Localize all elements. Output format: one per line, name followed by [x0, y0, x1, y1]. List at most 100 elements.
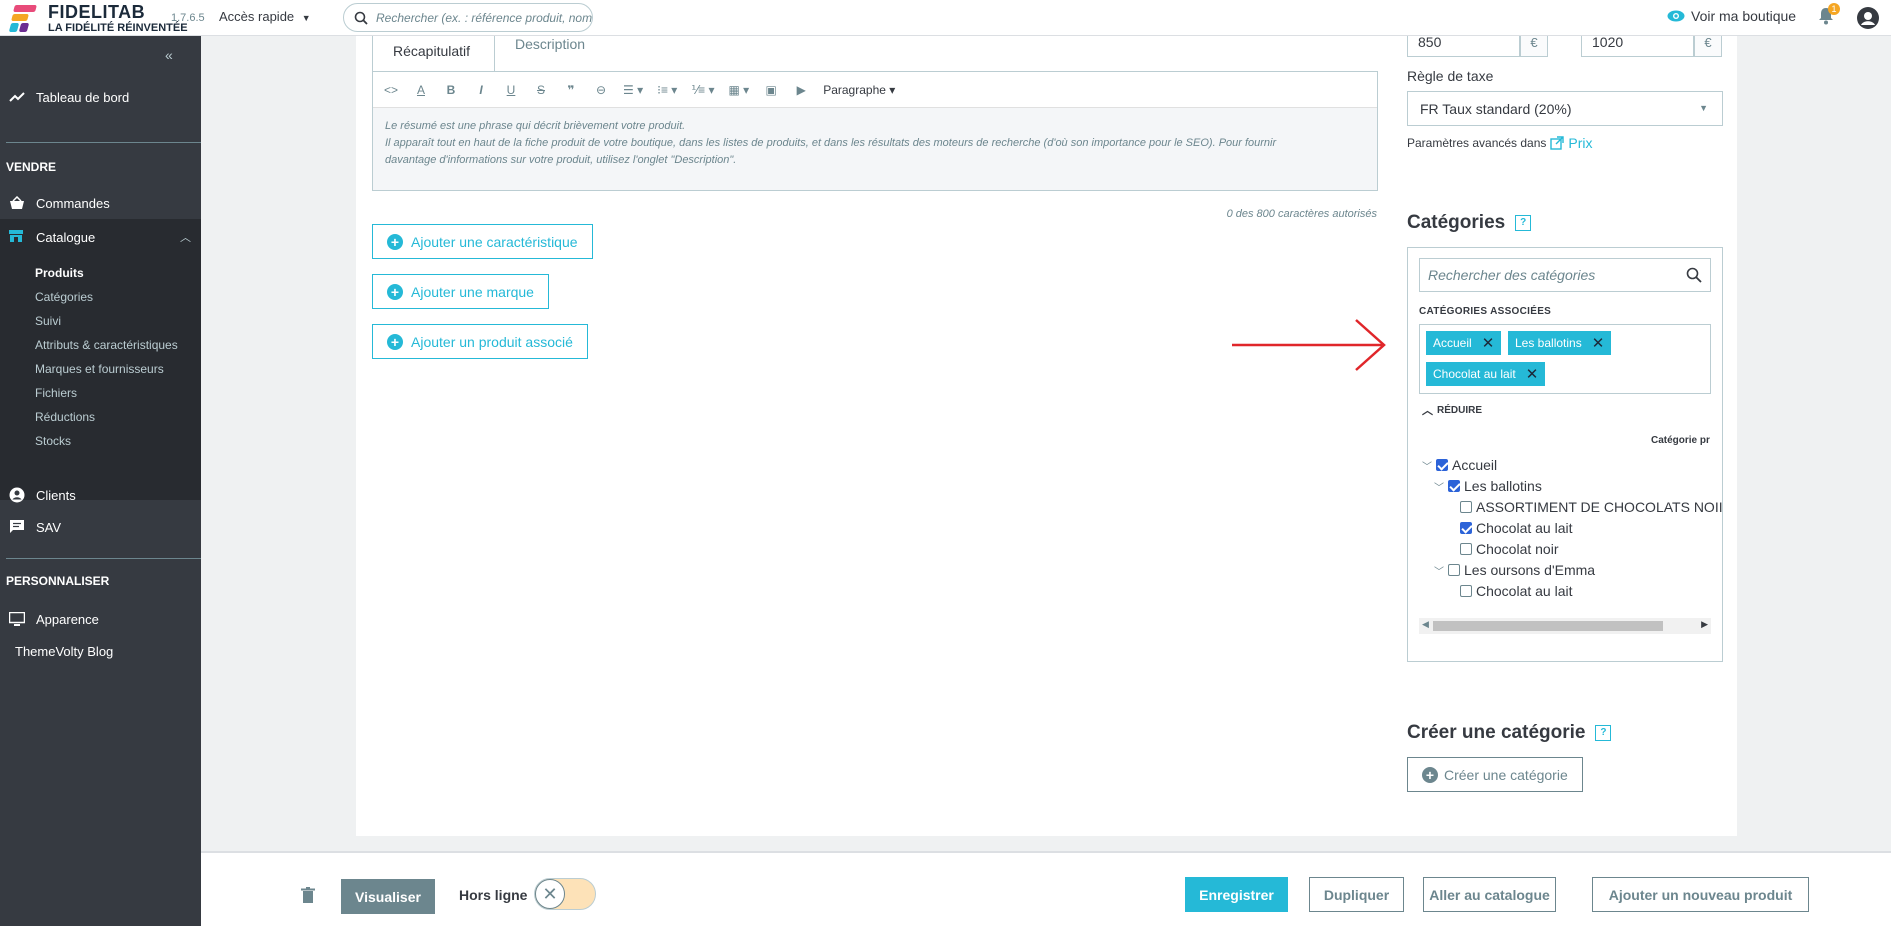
align-icon[interactable]: ☰ ▾	[623, 83, 643, 97]
reduce-toggle[interactable]: ︿ RÉDUIRE	[1422, 402, 1482, 418]
tree-label: Chocolat noir	[1476, 541, 1559, 557]
main-category-column: Catégorie pr	[1651, 435, 1710, 446]
plus-circle-icon: +	[387, 283, 403, 300]
catalog-submenu	[0, 255, 201, 500]
sidebar-subitem-discounts[interactable]: Réductions	[35, 410, 95, 424]
link-icon[interactable]: ⊖	[593, 83, 609, 97]
image-icon[interactable]: ▣	[763, 83, 779, 97]
sidebar-item-dashboard[interactable]: Tableau de bord	[0, 82, 201, 112]
go-to-catalog-button[interactable]: Aller au catalogue	[1423, 877, 1556, 912]
checkbox[interactable]	[1460, 585, 1472, 597]
sidebar-subitem-files[interactable]: Fichiers	[35, 386, 77, 400]
summary-editor[interactable]: <> A B I U S ❞ ⊖ ☰ ▾ ⁝≡ ▾ ⅟≡ ▾ ▦ ▾ ▣ ▶ P…	[372, 71, 1378, 191]
sidebar-item-blog[interactable]: ThemeVolty Blog	[15, 644, 113, 659]
tree-node[interactable]: Chocolat au lait	[1460, 520, 1573, 536]
help-icon[interactable]: ?	[1595, 725, 1612, 741]
tree-label: Chocolat au lait	[1476, 520, 1573, 536]
bold-icon[interactable]: B	[443, 83, 459, 97]
trending-up-icon	[8, 88, 26, 106]
add-feature-button[interactable]: + Ajouter une caractéristique	[372, 224, 593, 259]
sidebar-subitem-tracking[interactable]: Suivi	[35, 314, 61, 328]
media-icon[interactable]: ▶	[793, 83, 809, 97]
add-brand-button[interactable]: + Ajouter une marque	[372, 274, 549, 309]
create-category-button[interactable]: + Créer une catégorie	[1407, 757, 1583, 792]
sidebar-subitem-brands[interactable]: Marques et fournisseurs	[35, 362, 164, 376]
account-circle-icon	[8, 486, 26, 504]
price-link[interactable]: Prix	[1568, 135, 1592, 151]
strikethrough-icon[interactable]: S	[533, 83, 549, 97]
view-shop-label: Voir ma boutique	[1691, 8, 1797, 24]
sidebar-item-sav[interactable]: SAV	[0, 512, 201, 542]
checkbox[interactable]	[1436, 459, 1448, 471]
chevron-down-icon[interactable]: ﹀	[1434, 563, 1444, 578]
tree-node[interactable]: ﹀ Les oursons d'Emma	[1434, 562, 1595, 578]
sidebar-item-orders[interactable]: Commandes	[0, 188, 201, 218]
sidebar-item-appearance[interactable]: Apparence	[0, 604, 201, 634]
checkbox[interactable]	[1448, 480, 1460, 492]
category-search-input[interactable]: Rechercher des catégories	[1419, 258, 1711, 292]
chevron-down-icon[interactable]: ﹀	[1422, 458, 1432, 473]
chevron-down-icon[interactable]: ﹀	[1434, 479, 1444, 494]
search-input[interactable]: Rechercher (ex. : référence produit, nom	[343, 3, 593, 32]
quick-access-menu[interactable]: Accès rapide ▼	[219, 9, 311, 24]
logo-subtitle: LA FIDÉLITÉ RÉINVENTÉE	[48, 21, 188, 34]
tab-summary[interactable]: Récapitulatif	[372, 30, 495, 72]
checkbox[interactable]	[1460, 543, 1472, 555]
sidebar-item-catalog[interactable]: Catalogue ︿	[0, 219, 201, 255]
scroll-right-icon[interactable]: ▶	[1701, 619, 1708, 630]
checkbox[interactable]	[1460, 522, 1472, 534]
scroll-left-icon[interactable]: ◀	[1422, 619, 1429, 630]
category-tag: Chocolat au lait ✕	[1426, 362, 1546, 386]
numbered-list-icon[interactable]: ⅟≡ ▾	[691, 83, 714, 97]
close-icon[interactable]: ✕	[1526, 365, 1539, 383]
sidebar-item-clients[interactable]: Clients	[0, 480, 201, 510]
paragraph-format-select[interactable]: Paragraphe ▾	[823, 83, 895, 97]
preview-button[interactable]: Visualiser	[341, 879, 435, 914]
tree-node[interactable]: Chocolat au lait	[1460, 583, 1573, 599]
underline-icon[interactable]: U	[503, 83, 519, 97]
notifications-button[interactable]: 1	[1818, 3, 1840, 30]
save-button[interactable]: Enregistrer	[1185, 877, 1288, 912]
online-toggle[interactable]: ✕	[534, 878, 596, 910]
sidebar-subitem-products[interactable]: Produits	[35, 266, 84, 280]
tax-rule-select[interactable]: FR Taux standard (20%) ▼	[1407, 91, 1723, 126]
italic-icon[interactable]: I	[473, 83, 489, 97]
horizontal-scrollbar[interactable]: ◀ ▶	[1419, 618, 1711, 634]
close-icon[interactable]: ✕	[1482, 334, 1495, 352]
checkbox[interactable]	[1448, 564, 1460, 576]
search-placeholder: Rechercher (ex. : référence produit, nom	[376, 10, 592, 25]
close-icon[interactable]: ✕	[1592, 334, 1605, 352]
add-new-product-button[interactable]: Ajouter un nouveau produit	[1592, 877, 1809, 912]
basket-icon	[8, 194, 26, 212]
table-icon[interactable]: ▦ ▾	[729, 83, 750, 97]
sidebar-subitem-categories[interactable]: Catégories	[35, 290, 93, 304]
tree-node[interactable]: ﹀ Accueil	[1422, 457, 1497, 473]
help-icon[interactable]: ?	[1515, 215, 1532, 231]
tree-node[interactable]: ASSORTIMENT DE CHOCOLATS NOII	[1460, 499, 1723, 515]
code-icon[interactable]: <>	[383, 83, 399, 97]
text-color-icon[interactable]: A	[413, 83, 429, 97]
bullet-list-icon[interactable]: ⁝≡ ▾	[657, 83, 677, 97]
offline-label: Hors ligne	[459, 887, 528, 903]
paragraph-label: Paragraphe	[823, 82, 886, 97]
tag-label: Accueil	[1433, 336, 1472, 350]
plus-circle-icon: +	[387, 233, 403, 250]
view-shop-link[interactable]: Voir ma boutique	[1667, 8, 1796, 24]
logo[interactable]: FIDELITAB LA FIDÉLITÉ RÉINVENTÉE	[8, 0, 188, 36]
quote-icon[interactable]: ❞	[563, 83, 579, 97]
user-avatar[interactable]	[1857, 7, 1879, 29]
sidebar-subitem-attributes[interactable]: Attributs & caractéristiques	[35, 338, 178, 352]
duplicate-button[interactable]: Dupliquer	[1309, 877, 1404, 912]
collapse-sidebar-icon[interactable]: «	[165, 47, 173, 63]
sidebar-subitem-stocks[interactable]: Stocks	[35, 434, 71, 448]
add-related-product-button[interactable]: + Ajouter un produit associé	[372, 324, 588, 359]
tree-node[interactable]: ﹀ Les ballotins	[1434, 478, 1542, 494]
category-tag: Les ballotins ✕	[1508, 331, 1612, 355]
scroll-thumb[interactable]	[1433, 621, 1663, 631]
tax-rule-value: FR Taux standard (20%)	[1420, 101, 1572, 117]
footer-bar: Visualiser Hors ligne ✕ Enregistrer Dupl…	[201, 851, 1891, 926]
checkbox[interactable]	[1460, 501, 1472, 513]
chevron-up-icon: ︿	[1422, 405, 1433, 417]
trash-icon[interactable]	[301, 887, 315, 904]
tree-node[interactable]: Chocolat noir	[1460, 541, 1559, 557]
